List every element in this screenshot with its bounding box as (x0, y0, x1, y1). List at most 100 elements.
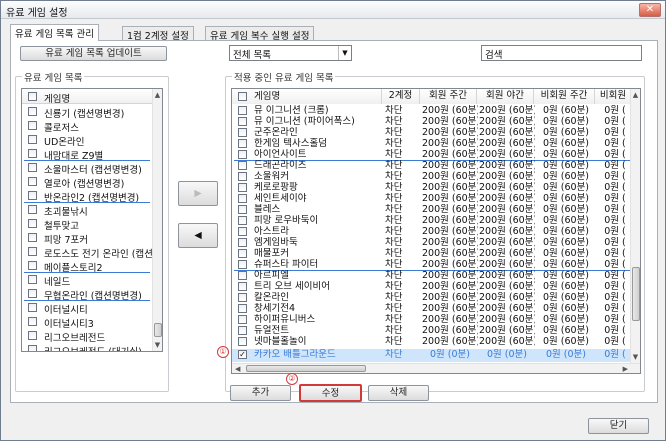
table-row[interactable]: 넷마블홀놀이 차단 200원 (60분) 200원 (60분) 0원 (60분) 0원 ( (232, 336, 640, 347)
row-checkbox[interactable] (238, 293, 247, 302)
row-checkbox[interactable] (238, 271, 247, 280)
right-scrollbar[interactable]: ▲ ▼ (630, 89, 640, 363)
chevron-down-icon[interactable]: ▼ (338, 46, 351, 60)
row-checkbox[interactable] (238, 249, 247, 258)
table-row[interactable]: 아이언사이트 차단 200원 (60분) 200원 (60분) 0원 (60분) 0원 ( (232, 149, 640, 160)
row-checkbox[interactable] (238, 139, 247, 148)
row-checkbox[interactable] (238, 161, 247, 170)
row-checkbox[interactable] (238, 337, 247, 346)
table-row[interactable]: 뮤 이그니션 (파이어폭스) 차단 200원 (60분) 200원 (60분) 0원 (… (232, 116, 640, 127)
list-item[interactable]: 네일드 (22, 273, 162, 288)
item-checkbox[interactable] (28, 261, 37, 270)
list-item[interactable]: 내맘대로 Z9별 (22, 147, 162, 162)
item-checkbox[interactable] (28, 177, 37, 186)
add-button[interactable]: 추가 (230, 385, 291, 401)
row-checkbox[interactable] (238, 216, 247, 225)
close-window-button[interactable]: ✕ (639, 3, 661, 17)
move-left-button[interactable]: ◀ (178, 223, 218, 248)
h-scroll-thumb[interactable] (246, 365, 366, 372)
row-checkbox[interactable] (238, 326, 247, 335)
item-checkbox[interactable] (28, 317, 37, 326)
item-checkbox[interactable] (28, 331, 37, 340)
table-row[interactable]: 칼온라인 차단 200원 (60분) 200원 (60분) 0원 (60분) 0원 ( (232, 292, 640, 303)
item-checkbox[interactable] (28, 107, 37, 116)
row-checkbox[interactable] (238, 194, 247, 203)
row-checkbox[interactable] (238, 128, 247, 137)
row-checkbox[interactable] (238, 227, 247, 236)
table-row[interactable]: 케로로팡팡 차단 200원 (60분) 200원 (60분) 0원 (60분) 0원 ( (232, 182, 640, 193)
horizontal-scrollbar[interactable]: ◀ ▶ (232, 363, 640, 373)
table-row[interactable]: 블레스 차단 200원 (60분) 200원 (60분) 0원 (60분) 0원 ( (232, 204, 640, 215)
row-checkbox[interactable] (238, 238, 247, 247)
table-row[interactable]: 뮤 이그니션 (크롬) 차단 200원 (60분) 200원 (60분) 0원 (60분… (232, 105, 640, 116)
table-row[interactable]: 세인트세이야 차단 200원 (60분) 200원 (60분) 0원 (60분) 0원 ( (232, 193, 640, 204)
scroll-thumb[interactable] (632, 267, 640, 321)
list-item[interactable]: UD온라인 (22, 133, 162, 148)
col-guest-day[interactable]: 비회원 주간 (534, 89, 595, 104)
row-checkbox[interactable] (238, 315, 247, 324)
table-row[interactable]: 듀얼전트 차단 200원 (60분) 200원 (60분) 0원 (60분) 0원 ( (232, 325, 640, 336)
item-checkbox[interactable] (28, 191, 37, 200)
select-all-checkbox[interactable] (238, 92, 247, 101)
row-checkbox[interactable] (238, 205, 247, 214)
close-button[interactable]: 닫기 (588, 418, 649, 434)
col-guest-night[interactable]: 비회원 (595, 89, 632, 104)
scroll-right-icon[interactable]: ▶ (623, 364, 628, 373)
row-checkbox[interactable] (238, 106, 247, 115)
item-checkbox[interactable] (28, 205, 37, 214)
tab-two-accounts[interactable]: 1컴 2계정 설정 (122, 26, 194, 42)
table-row[interactable]: 트리 오브 세이비어 차단 200원 (60분) 200원 (60분) 0원 (60분)… (232, 281, 640, 292)
table-row[interactable]: 피망 로우바둑이 차단 200원 (60분) 200원 (60분) 0원 (60분) 0원… (232, 215, 640, 226)
row-checkbox[interactable] (238, 260, 247, 269)
table-row[interactable]: 드래곤라이즈 차단 200원 (60분) 200원 (60분) 0원 (60분) 0원 ( (232, 160, 640, 171)
item-checkbox[interactable] (28, 219, 37, 228)
col-member-night[interactable]: 회원 야간 (477, 89, 534, 104)
list-item[interactable]: 무협온라인 (캡션명변경) (22, 287, 162, 302)
row-checkbox[interactable] (238, 117, 247, 126)
list-item[interactable]: 신룡기 (캡션명변경) (22, 105, 162, 120)
item-checkbox[interactable] (28, 289, 37, 298)
row-checkbox[interactable] (238, 282, 247, 291)
paid-game-list[interactable]: 게임명 신룡기 (캡션명변경) 콜로저스 UD온라인 내맘대로 Z9별 소울마스터 (캡… (21, 88, 163, 352)
scroll-left-icon[interactable]: ◀ (235, 364, 240, 373)
table-row[interactable]: 군주온라인 차단 200원 (60분) 200원 (60분) 0원 (60분) 0원 ( (232, 127, 640, 138)
table-row[interactable]: 아르피엘 차단 200원 (60분) 200원 (60분) 0원 (60분) 0원 ( (232, 270, 640, 281)
scroll-up-icon[interactable]: ▲ (631, 89, 640, 101)
item-checkbox[interactable] (28, 121, 37, 130)
item-checkbox[interactable] (28, 303, 37, 312)
scroll-thumb[interactable] (154, 323, 162, 337)
table-row[interactable]: 엠게임바둑 차단 200원 (60분) 200원 (60분) 0원 (60분) 0원 ( (232, 237, 640, 248)
list-item[interactable]: 반온라인2 (캡션명변경) (22, 189, 162, 204)
table-row[interactable]: 소울워커 차단 200원 (60분) 200원 (60분) 0원 (60분) 0원 ( (232, 171, 640, 182)
list-item[interactable]: 열로아 (캡션명변경) (22, 175, 162, 190)
list-item[interactable]: 로도스도 전기 온라인 (캡션명 (22, 245, 162, 260)
delete-button[interactable]: 삭제 (368, 385, 429, 401)
filter-select[interactable]: 전체 목록 ▼ (229, 45, 352, 61)
col-two-accounts[interactable]: 2계정 (382, 89, 420, 104)
item-checkbox[interactable] (28, 345, 37, 351)
list-item[interactable]: 철투맞고 (22, 217, 162, 232)
edit-button[interactable]: 수정 (299, 384, 362, 402)
list-item[interactable]: 피망 7포커 (22, 231, 162, 246)
scroll-up-icon[interactable]: ▲ (153, 89, 162, 101)
list-item[interactable]: 초괴물낚시 (22, 203, 162, 218)
table-row[interactable]: 창세기전4 차단 200원 (60분) 200원 (60분) 0원 (60분) 0원 ( (232, 303, 640, 314)
table-row[interactable]: 슈퍼스타 파이터 차단 200원 (60분) 200원 (60분) 0원 (60분) 0원… (232, 259, 640, 270)
list-item[interactable]: 메이플스토리2 (22, 259, 162, 274)
search-input[interactable]: 검색 (481, 45, 642, 61)
update-list-button[interactable]: 유료 게임 목록 업데이트 (20, 46, 167, 61)
tab-paid-game-list[interactable]: 유료 게임 목록 관리 (10, 24, 99, 41)
row-checkbox[interactable]: ✓ (238, 350, 247, 359)
table-row[interactable]: 하이퍼유니버스 차단 200원 (60분) 200원 (60분) 0원 (60분) 0원 … (232, 314, 640, 325)
left-scrollbar[interactable]: ▲ ▼ (152, 89, 162, 351)
list-item[interactable]: 이터널시티3 (22, 315, 162, 330)
row-checkbox[interactable] (238, 304, 247, 313)
list-item[interactable]: 콜로저스 (22, 119, 162, 134)
move-right-button[interactable]: ▶ (178, 181, 218, 206)
scroll-down-icon[interactable]: ▼ (631, 351, 640, 363)
item-checkbox[interactable] (28, 163, 37, 172)
applied-game-table[interactable]: 게임명 2계정 회원 주간 회원 야간 비회원 주간 비회원 뮤 이그니션 (크… (231, 88, 641, 374)
item-checkbox[interactable] (28, 149, 37, 158)
row-checkbox[interactable] (238, 183, 247, 192)
row-checkbox[interactable] (238, 150, 247, 159)
